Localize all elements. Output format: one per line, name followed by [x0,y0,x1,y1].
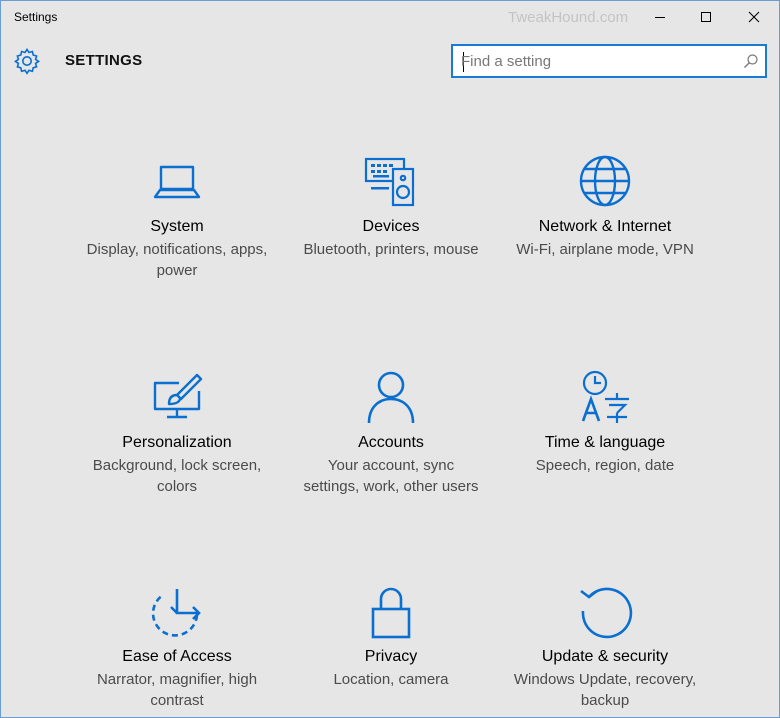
settings-window: Settings TweakHound.com SETTINGS Find a … [0,0,780,718]
tile-description: Narrator, magnifier, high contrast [96,671,258,709]
laptop-icon [153,165,201,199]
search-box[interactable] [451,44,767,78]
minimize-button[interactable] [637,1,683,33]
tile-update-security[interactable]: Update & security Windows Update, recove… [499,583,711,711]
page-title: SETTINGS [65,52,143,69]
tile-description: Display, notifications, apps, power [86,241,268,279]
gear-icon [13,48,41,75]
devices-icon [364,157,415,207]
tile-description: Your account, sync settings, work, other… [303,457,479,495]
tile-name: Ease of Access [122,648,232,665]
tile-description: Speech, region, date [535,457,675,474]
tile-description: Bluetooth, printers, mouse [303,241,479,258]
tile-name: Personalization [122,434,232,451]
tile-name: Accounts [358,434,424,451]
tile-ease-of-access[interactable]: Ease of Access Narrator, magnifier, high… [71,583,283,711]
refresh-icon [580,587,633,639]
tile-name: Devices [362,218,420,235]
window-title: Settings [14,10,58,24]
search-input[interactable] [461,50,731,72]
watermark: TweakHound.com [508,9,629,26]
globe-icon [579,155,631,207]
tile-name: System [150,218,204,235]
tile-name: Privacy [364,648,418,665]
tile-devices[interactable]: Devices Bluetooth, printers, mouse [285,153,497,260]
tile-time-language[interactable]: Time & language Speech, region, date [499,369,711,476]
tile-description: Background, lock screen, colors [92,457,262,495]
tile-network-internet[interactable]: Network & Internet Wi-Fi, airplane mode,… [499,153,711,260]
maximize-icon [701,12,711,22]
title-bar[interactable]: Settings TweakHound.com [1,1,779,35]
search-icon[interactable] [743,53,759,69]
paintbrush-monitor-icon [153,373,203,419]
tile-accounts[interactable]: Accounts Your account, sync settings, wo… [285,369,497,497]
tile-description: Wi-Fi, airplane mode, VPN [516,241,694,258]
tile-name: Network & Internet [538,218,672,235]
maximize-button[interactable] [683,1,729,33]
ease-of-access-icon [151,589,201,637]
tile-privacy[interactable]: Privacy Location, camera [285,583,497,690]
settings-header: SETTINGS [1,39,779,85]
tile-personalization[interactable]: Personalization Background, lock screen,… [71,369,283,497]
tile-description: Windows Update, recovery, backup [513,671,697,709]
person-icon [367,371,415,424]
close-button[interactable] [731,1,777,33]
close-icon [748,11,760,23]
padlock-icon [371,587,411,639]
time-language-icon [581,370,629,423]
minimize-icon [655,17,665,18]
tile-system[interactable]: System Display, notifications, apps, pow… [71,153,283,281]
tile-name: Time & language [544,434,666,451]
tile-description: Location, camera [333,671,449,688]
tile-name: Update & security [541,648,669,665]
